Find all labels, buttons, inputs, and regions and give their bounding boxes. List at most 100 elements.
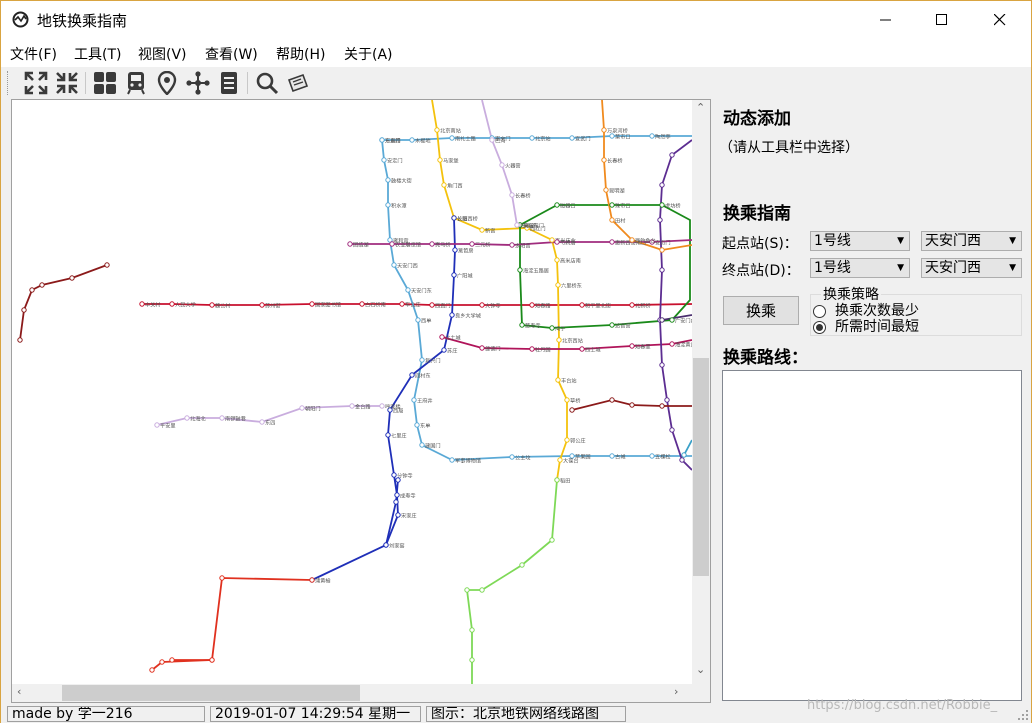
station-marker[interactable] xyxy=(411,397,417,403)
menu-file[interactable]: 文件(F) xyxy=(10,44,57,64)
end-line-select[interactable]: 1号线 ▼ xyxy=(810,258,910,278)
station-marker[interactable] xyxy=(601,157,607,163)
station-marker[interactable] xyxy=(439,334,445,340)
station-marker[interactable] xyxy=(39,282,45,288)
network-button[interactable] xyxy=(185,70,211,96)
station-marker[interactable] xyxy=(529,346,535,352)
station-marker[interactable] xyxy=(184,415,190,421)
station-marker[interactable] xyxy=(437,157,443,163)
station-marker[interactable] xyxy=(479,227,485,233)
menu-help[interactable]: 帮助(H) xyxy=(276,44,325,64)
station-marker[interactable] xyxy=(659,362,665,368)
station-marker[interactable] xyxy=(679,457,685,463)
station-marker[interactable] xyxy=(69,275,75,281)
station-marker[interactable] xyxy=(519,562,525,568)
station-marker[interactable] xyxy=(669,317,675,323)
station-marker[interactable] xyxy=(529,302,535,308)
subway-map-canvas[interactable]: 中关村 人民大学 魏公村 苏州街 国家图书馆 白石桥南 车公庄 西直门 大钟寺 知春路 和平里北街北… xyxy=(12,100,692,684)
station-marker[interactable] xyxy=(154,422,160,428)
station-marker[interactable] xyxy=(441,347,447,353)
station-marker[interactable] xyxy=(555,377,561,383)
transfer-button[interactable]: 换乘 xyxy=(723,296,799,325)
end-station-select[interactable]: 天安门西 ▼ xyxy=(921,258,1022,278)
station-marker[interactable] xyxy=(409,137,415,143)
ticket-button[interactable] xyxy=(285,70,311,96)
station-marker[interactable] xyxy=(601,127,607,133)
station-marker[interactable] xyxy=(554,239,560,245)
station-marker[interactable] xyxy=(659,182,665,188)
zoom-fit-button[interactable] xyxy=(23,70,49,96)
train-button[interactable] xyxy=(123,70,149,96)
station-marker[interactable] xyxy=(609,322,615,328)
start-line-select[interactable]: 1号线 ▼ xyxy=(810,231,910,251)
station-marker[interactable] xyxy=(669,152,675,158)
station-marker[interactable] xyxy=(649,453,655,459)
station-marker[interactable] xyxy=(434,127,440,133)
station-marker[interactable] xyxy=(441,182,447,188)
location-pin-button[interactable] xyxy=(154,70,180,96)
start-station-select[interactable]: 天安门西 ▼ xyxy=(921,231,1022,251)
station-marker[interactable] xyxy=(383,542,389,548)
station-marker[interactable] xyxy=(579,302,585,308)
horizontal-scroll-thumb[interactable] xyxy=(62,685,360,701)
station-marker[interactable] xyxy=(391,472,397,478)
station-marker[interactable] xyxy=(514,222,520,228)
station-marker[interactable] xyxy=(159,659,165,665)
station-marker[interactable] xyxy=(681,452,687,458)
subway-map-view[interactable]: 中关村 人民大学 魏公村 苏州街 国家图书馆 白石桥南 车公庄 西直门 大钟寺 知春路 和平里北街北… xyxy=(11,99,711,703)
station-marker[interactable] xyxy=(659,267,665,273)
station-marker[interactable] xyxy=(309,301,315,307)
station-marker[interactable] xyxy=(449,457,455,463)
station-marker[interactable] xyxy=(389,241,395,247)
station-marker[interactable] xyxy=(609,453,615,459)
station-marker[interactable] xyxy=(393,499,399,505)
station-marker[interactable] xyxy=(379,137,385,143)
station-marker[interactable] xyxy=(569,407,575,413)
search-button[interactable] xyxy=(254,70,280,96)
station-marker[interactable] xyxy=(529,135,535,141)
list-button[interactable] xyxy=(216,70,242,96)
station-marker[interactable] xyxy=(564,437,570,443)
station-marker[interactable] xyxy=(549,237,555,243)
menu-browse[interactable]: 查看(W) xyxy=(205,44,258,64)
station-marker[interactable] xyxy=(419,357,425,363)
station-marker[interactable] xyxy=(449,135,455,141)
station-marker[interactable] xyxy=(464,587,470,593)
station-marker[interactable] xyxy=(259,419,265,425)
station-marker[interactable] xyxy=(347,241,353,247)
station-marker[interactable] xyxy=(469,627,475,633)
station-marker[interactable] xyxy=(664,397,670,403)
toolbar-grip[interactable] xyxy=(7,71,11,95)
zoom-shrink-button[interactable] xyxy=(54,70,80,96)
station-marker[interactable] xyxy=(169,301,175,307)
station-marker[interactable] xyxy=(394,492,400,498)
station-marker[interactable] xyxy=(139,301,145,307)
station-marker[interactable] xyxy=(395,477,401,483)
station-marker[interactable] xyxy=(349,403,355,409)
station-marker[interactable] xyxy=(429,302,435,308)
station-marker[interactable] xyxy=(659,202,665,208)
station-marker[interactable] xyxy=(657,217,663,223)
station-marker[interactable] xyxy=(415,317,421,323)
station-marker[interactable] xyxy=(509,242,515,248)
minimize-button[interactable] xyxy=(863,1,909,39)
menu-about[interactable]: 关于(A) xyxy=(344,44,393,64)
station-marker[interactable] xyxy=(399,301,405,307)
grid-view-button[interactable] xyxy=(92,70,118,96)
scroll-up-arrow-icon[interactable]: ⌃ xyxy=(696,101,705,114)
station-marker[interactable] xyxy=(569,135,575,141)
station-marker[interactable] xyxy=(381,157,387,163)
station-marker[interactable] xyxy=(489,137,495,143)
station-marker[interactable] xyxy=(149,667,155,673)
station-marker[interactable] xyxy=(659,403,665,409)
station-marker[interactable] xyxy=(549,325,555,331)
station-marker[interactable] xyxy=(104,262,110,268)
strategy-label-shortest-time[interactable]: 所需时间最短 xyxy=(835,316,919,336)
station-marker[interactable] xyxy=(385,177,391,183)
station-marker[interactable] xyxy=(564,397,570,403)
menu-tools[interactable]: 工具(T) xyxy=(74,44,121,64)
station-marker[interactable] xyxy=(629,343,635,349)
station-marker[interactable] xyxy=(554,257,560,263)
station-marker[interactable] xyxy=(219,415,225,421)
menu-view[interactable]: 视图(V) xyxy=(138,44,187,64)
